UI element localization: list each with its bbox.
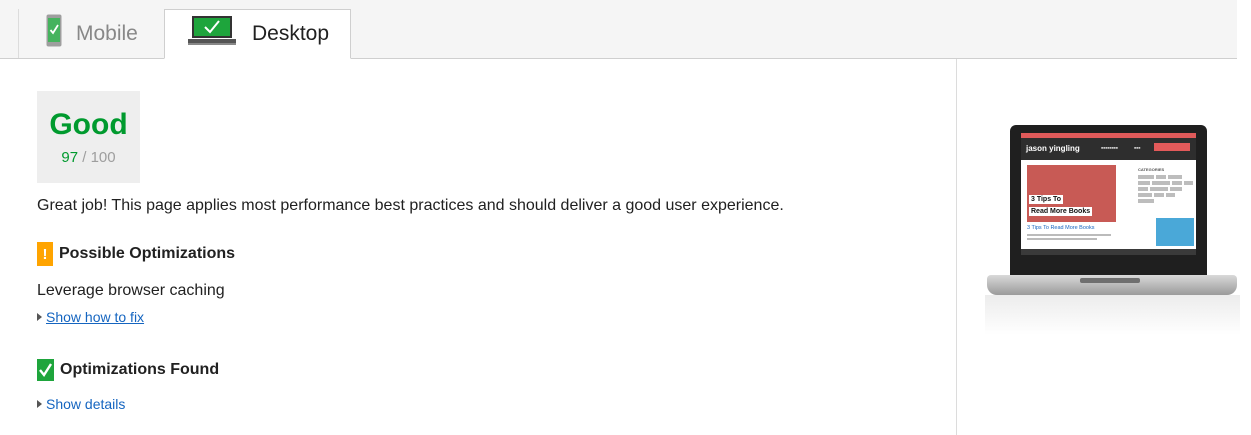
score-box: Good 97 / 100 [37, 91, 140, 183]
summary-text: Great job! This page applies most perfor… [37, 197, 784, 214]
possible-optimizations-heading: ! Possible Optimizations [37, 242, 235, 266]
preview-tag [1150, 187, 1168, 191]
preview-nav-2: ■■■ [1134, 146, 1141, 150]
tab-mobile-label: Mobile [76, 21, 138, 45]
tab-mobile[interactable]: Mobile [18, 9, 164, 58]
show-how-to-fix-label: Show how to fix [46, 309, 145, 325]
score-numbers: 97 / 100 [37, 149, 140, 166]
preview-categories-label: CATEGORIES [1138, 167, 1165, 172]
preview-tag [1168, 175, 1182, 179]
check-icon [37, 359, 54, 381]
preview-hero-line2: Read More Books [1029, 207, 1093, 216]
preview-text-line [1027, 238, 1097, 240]
laptop-trackpad [1080, 278, 1140, 283]
preview-thumbnail [1156, 218, 1194, 246]
side-divider [956, 59, 957, 435]
phone-check-icon [46, 14, 62, 53]
optimizations-found-heading: Optimizations Found [37, 359, 219, 381]
optimizations-found-title: Optimizations Found [60, 361, 220, 378]
preview-tag [1166, 193, 1175, 197]
preview-tag [1138, 199, 1154, 203]
laptop-check-icon [188, 16, 236, 52]
exclamation-icon: ! [37, 242, 53, 266]
preview-hero-line1: 3 Tips To [1029, 195, 1064, 204]
score-value: 97 [61, 149, 79, 166]
preview-post-title: 3 Tips To Read More Books [1027, 225, 1095, 231]
show-details-link[interactable]: Show details [37, 396, 125, 412]
preview-tag [1154, 193, 1164, 197]
preview-tag [1152, 181, 1170, 185]
preview-tag [1170, 187, 1182, 191]
score-separator: / [82, 149, 87, 166]
preview-nav-button [1154, 143, 1190, 151]
desktop-preview-image: jason yingling ■■■■■■■■ ■■■ 3 Tips To Re… [985, 120, 1240, 335]
preview-tag [1138, 187, 1148, 191]
preview-taskbar [1021, 249, 1196, 255]
laptop-shadow [985, 295, 1240, 335]
score-max: 100 [90, 149, 116, 166]
laptop-screen: jason yingling ■■■■■■■■ ■■■ 3 Tips To Re… [1021, 133, 1196, 255]
preview-tag [1138, 193, 1152, 197]
triangle-right-icon [37, 313, 42, 321]
tab-bar: Mobile Desktop [0, 0, 1237, 59]
preview-tag [1184, 181, 1193, 185]
show-details-label: Show details [46, 396, 126, 412]
score-rating: Good [49, 108, 128, 141]
preview-site-title: jason yingling [1026, 144, 1080, 153]
preview-tag [1156, 175, 1166, 179]
triangle-right-icon [37, 400, 42, 408]
preview-tag [1138, 181, 1150, 185]
tab-desktop-label: Desktop [252, 22, 330, 45]
preview-text-line [1027, 234, 1111, 236]
rule-leverage-caching: Leverage browser caching [37, 282, 225, 299]
show-how-to-fix-link[interactable]: Show how to fix [37, 309, 144, 325]
tab-desktop[interactable]: Desktop [164, 9, 351, 59]
preview-tag [1172, 181, 1182, 185]
possible-optimizations-title: Possible Optimizations [59, 245, 236, 262]
preview-tag [1138, 175, 1154, 179]
preview-nav: ■■■■■■■■ [1101, 146, 1118, 150]
